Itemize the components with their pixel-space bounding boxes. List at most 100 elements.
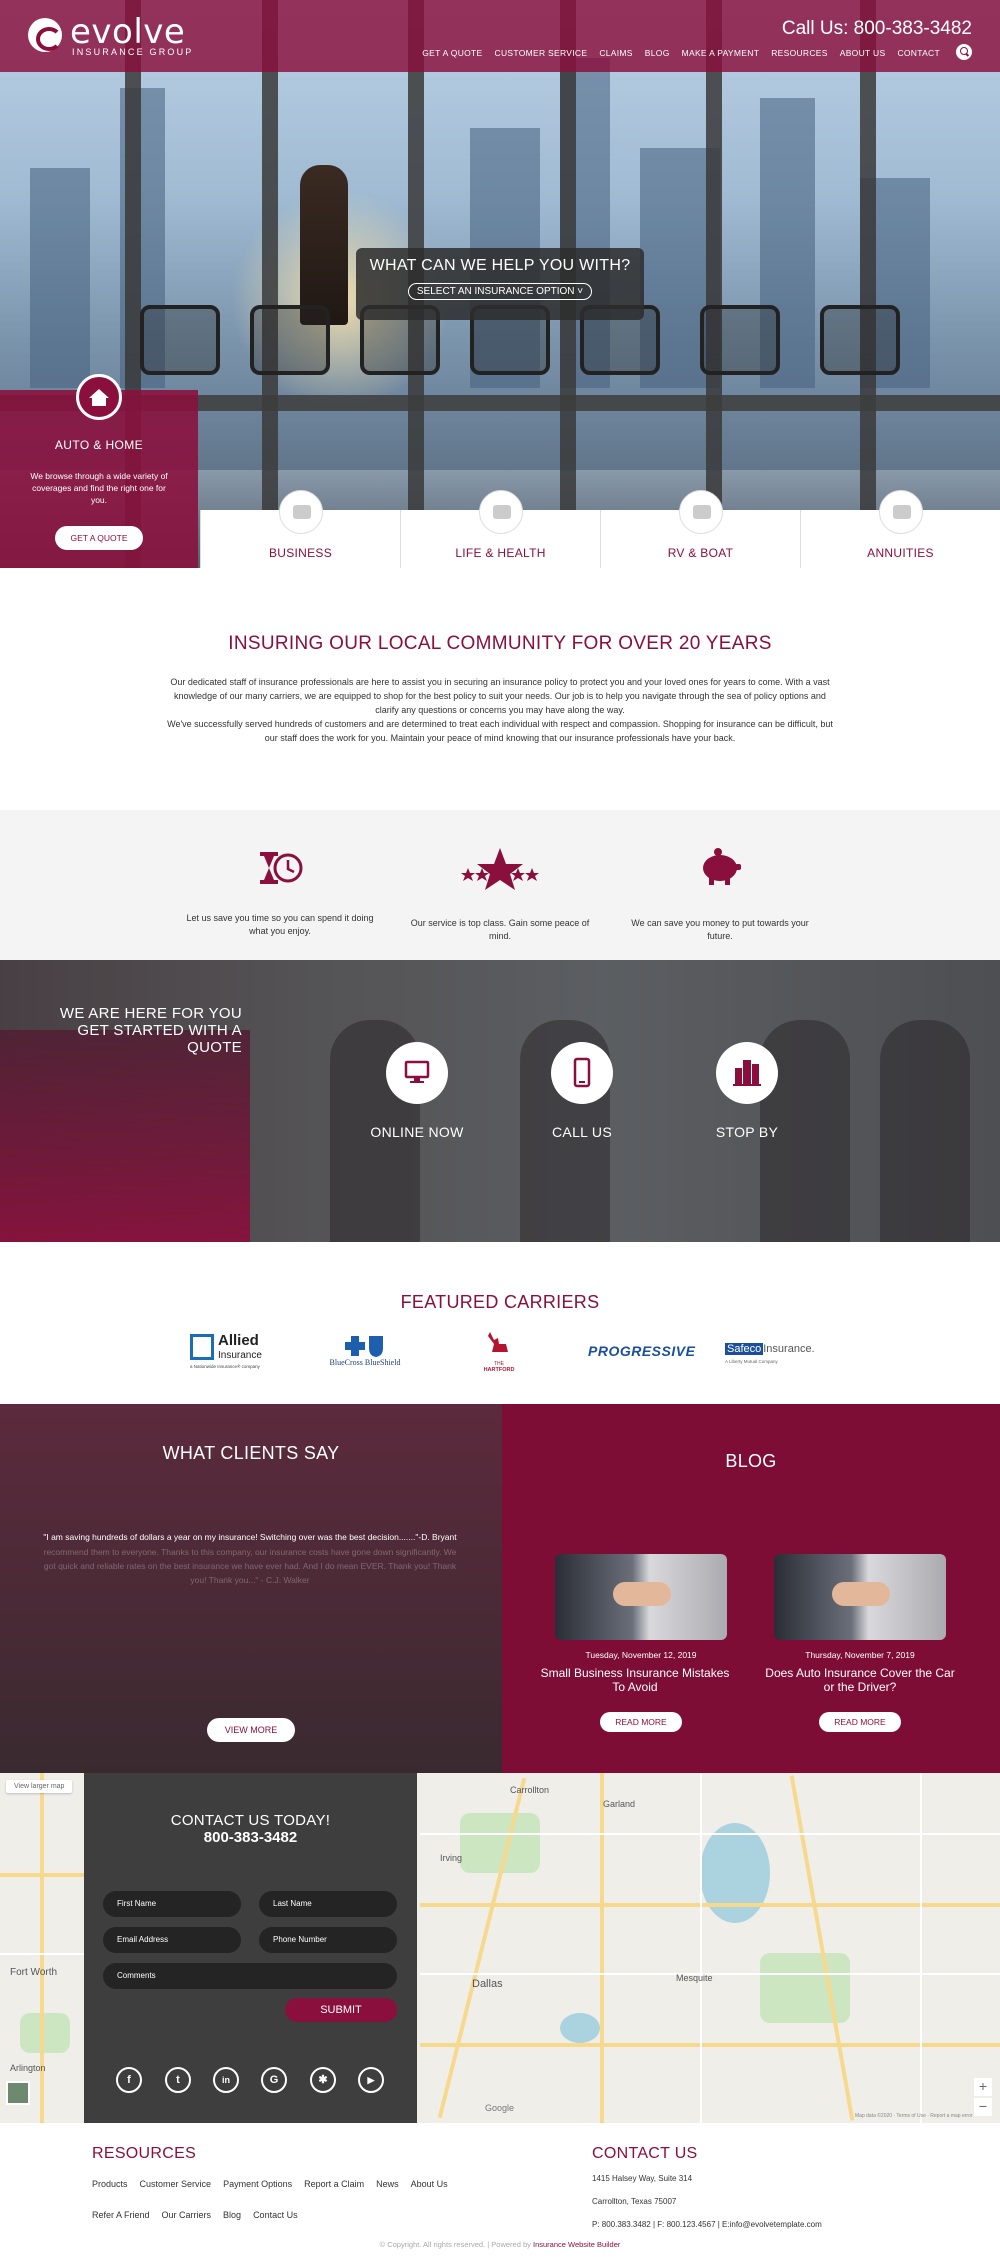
first-name-field[interactable]: First Name — [103, 1891, 241, 1917]
blog-post-title-1[interactable]: Small Business Insurance Mistakes To Avo… — [535, 1666, 735, 1694]
search-icon[interactable] — [956, 44, 972, 60]
blog-image-2[interactable] — [774, 1554, 946, 1640]
insurance-selector-box: WHAT CAN WE HELP YOU WITH? SELECT AN INS… — [356, 248, 644, 320]
map-city-carrollton: Carrollton — [510, 1785, 550, 1795]
carrier-hartford[interactable]: THE HARTFORD — [476, 1330, 522, 1373]
intro-paragraph-2: We've successfully served hundreds of cu… — [167, 719, 833, 743]
last-name-field[interactable]: Last Name — [259, 1891, 397, 1917]
google-icon[interactable]: G — [261, 2067, 287, 2093]
safeco-insurance: Insurance. — [763, 1343, 815, 1355]
comments-field[interactable]: Comments — [103, 1963, 397, 1989]
feature-money-text: We can save you money to put towards you… — [631, 918, 809, 941]
quote-section — [0, 960, 1000, 1242]
carrier-progressive[interactable]: PROGRESSIVE — [588, 1343, 695, 1359]
footer-links-row-2: Refer A Friend Our Carriers Blog Contact… — [92, 2210, 298, 2220]
monitor-icon[interactable] — [386, 1042, 448, 1104]
satellite-toggle-icon[interactable] — [6, 2081, 30, 2105]
nav-make-a-payment[interactable]: MAKE A PAYMENT — [682, 48, 760, 58]
map-city-garland: Garland — [603, 1799, 636, 1809]
view-more-button[interactable]: VIEW MORE — [207, 1718, 295, 1742]
briefcase-icon — [278, 490, 323, 534]
intro-paragraph-1: Our dedicated staff of insurance profess… — [170, 677, 830, 715]
read-more-button-2[interactable]: READ MORE — [819, 1712, 901, 1732]
footer-link-payment-options[interactable]: Payment Options — [223, 2179, 292, 2189]
tab-annuities[interactable]: ANNUITIES — [800, 490, 1000, 568]
email-field[interactable]: Email Address — [103, 1927, 241, 1953]
blog-date-1: Tuesday, November 12, 2019 — [585, 1650, 697, 1660]
carrier-bcbs[interactable]: BlueCross BlueShield — [320, 1334, 410, 1372]
tab-business[interactable]: BUSINESS — [200, 490, 400, 568]
testimonial-quote: "I am saving hundreds of dollars a year … — [43, 1532, 457, 1542]
allied-name: Allied — [218, 1332, 259, 1349]
contact-phone[interactable]: 800-383-3482 — [84, 1829, 417, 1846]
logo-text[interactable]: evolve — [70, 12, 185, 52]
mobile-phone-icon[interactable] — [551, 1042, 613, 1104]
facebook-icon[interactable]: f — [116, 2067, 142, 2093]
nav-blog[interactable]: BLOG — [645, 48, 670, 58]
insurance-option-select[interactable]: SELECT AN INSURANCE OPTION ˅ — [407, 283, 593, 300]
footer-link-contact-us[interactable]: Contact Us — [253, 2210, 298, 2220]
piggy-bank-icon — [878, 490, 923, 534]
auto-home-text: We browse through a wide variety of cove… — [30, 471, 168, 505]
logo-icon[interactable] — [28, 18, 62, 52]
footer-link-customer-service[interactable]: Customer Service — [140, 2179, 212, 2189]
powered-by-link[interactable]: Insurance Website Builder — [533, 2240, 620, 2249]
nav-contact[interactable]: CONTACT — [897, 48, 940, 58]
stars-icon — [461, 848, 539, 890]
blog-image-1[interactable] — [555, 1554, 727, 1640]
carrier-safeco[interactable]: Safeco Insurance. A Liberty Mutual Compan… — [725, 1339, 825, 1369]
footer-address-1: 1415 Halsey Way, Suite 314 — [592, 2174, 693, 2183]
feature-time-text: Let us save you time so you can spend it… — [186, 913, 374, 936]
nav-resources[interactable]: RESOURCES — [771, 48, 828, 58]
footer-link-blog[interactable]: Blog — [223, 2210, 241, 2220]
phone-field[interactable]: Phone Number — [259, 1927, 397, 1953]
carrier-allied[interactable]: Allied Insurance a Nationwide Insurance®… — [190, 1332, 280, 1370]
safeco-tagline: A Liberty Mutual Company — [725, 1359, 778, 1364]
footer-link-refer-a-friend[interactable]: Refer A Friend — [92, 2210, 150, 2220]
feature-service-text: Our service is top class. Gain some peac… — [410, 918, 590, 941]
nav-claims[interactable]: CLAIMS — [599, 48, 632, 58]
testimonial-faded: recommend them to everyone. Thanks to th… — [43, 1547, 457, 1585]
youtube-icon[interactable]: ▶ — [358, 2067, 384, 2093]
online-now-label[interactable]: ONLINE NOW — [347, 1124, 487, 1140]
footer-phones[interactable]: P: 800.383.3482 | F: 800.123.4567 | E:in… — [592, 2220, 822, 2229]
help-title: WHAT CAN WE HELP YOU WITH? — [369, 257, 631, 274]
linkedin-icon[interactable]: in — [213, 2067, 239, 2093]
zoom-in-button[interactable]: + — [974, 2078, 992, 2096]
auto-home-quote-button[interactable]: GET A QUOTE — [55, 526, 143, 550]
header-phone[interactable]: Call Us: 800-383-3482 — [782, 18, 972, 40]
google-logo: Google — [485, 2103, 515, 2113]
blog-post-title-2[interactable]: Does Auto Insurance Cover the Car or the… — [760, 1666, 960, 1694]
map-city-arlington: Arlington — [10, 2063, 46, 2073]
allied-sub: Insurance — [218, 1350, 262, 1361]
view-larger-map-button[interactable]: View larger map — [6, 1780, 73, 1793]
stop-by-label[interactable]: STOP BY — [677, 1124, 817, 1140]
call-us-label[interactable]: CALL US — [512, 1124, 652, 1140]
nav-get-a-quote[interactable]: GET A QUOTE — [422, 48, 482, 58]
quote-title: WE ARE HERE FOR YOU GET STARTED WITH A Q… — [20, 1005, 242, 1056]
map-city-irving: Irving — [440, 1853, 463, 1863]
footer-link-news[interactable]: News — [376, 2179, 399, 2189]
tab-life-health[interactable]: LIFE & HEALTH — [400, 490, 600, 568]
piggy-bank-icon — [703, 848, 741, 885]
boat-icon — [678, 490, 723, 534]
intro-title: INSURING OUR LOCAL COMMUNITY FOR OVER 20… — [228, 633, 772, 654]
nav-customer-service[interactable]: CUSTOMER SERVICE — [495, 48, 588, 58]
footer-link-about-us[interactable]: About Us — [411, 2179, 448, 2189]
testimonials-title: WHAT CLIENTS SAY — [162, 1443, 340, 1463]
map-attribution[interactable]: Map data ©2020 · Terms of Use · Report a… — [855, 2113, 973, 2119]
footer-link-report-claim[interactable]: Report a Claim — [304, 2179, 364, 2189]
zoom-out-button[interactable]: − — [974, 2098, 992, 2116]
footer-link-our-carriers[interactable]: Our Carriers — [162, 2210, 212, 2220]
auto-home-title: AUTO & HOME — [54, 438, 144, 452]
twitter-icon[interactable]: t — [165, 2067, 191, 2093]
submit-button[interactable]: SUBMIT — [285, 1998, 397, 2022]
office-building-icon[interactable] — [716, 1042, 778, 1104]
read-more-button-1[interactable]: READ MORE — [600, 1712, 682, 1732]
yelp-icon[interactable]: ✱ — [310, 2067, 336, 2093]
footer-link-products[interactable]: Products — [92, 2179, 128, 2189]
tab-rv-boat[interactable]: RV & BOAT — [600, 490, 800, 568]
nav-about-us[interactable]: ABOUT US — [840, 48, 886, 58]
carriers-title: FEATURED CARRIERS — [400, 1292, 600, 1312]
main-nav: GET A QUOTE CUSTOMER SERVICE CLAIMS BLOG… — [422, 48, 940, 58]
